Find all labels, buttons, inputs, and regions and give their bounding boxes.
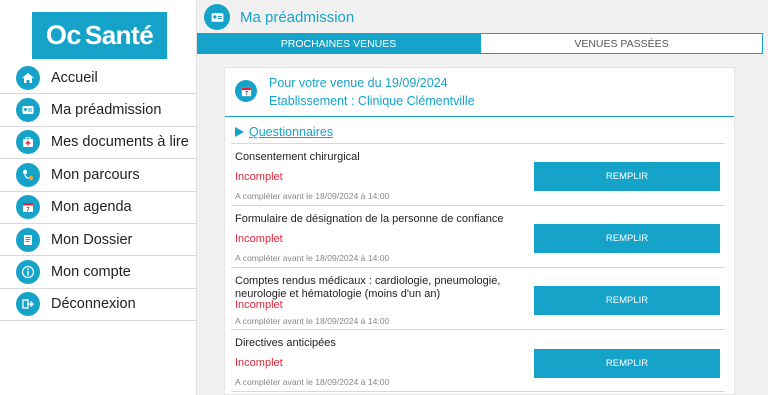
sidebar-item-dossier[interactable]: Mon Dossier	[0, 224, 197, 257]
sidebar-item-parcours[interactable]: Mon parcours	[0, 159, 197, 192]
calendar-icon: 7	[235, 80, 257, 102]
id-card-icon	[16, 98, 40, 123]
sidebar-menu: Accueil Ma préadmission Mes documents à …	[0, 62, 197, 322]
sidebar-item-label: Mes documents à lire	[51, 134, 189, 151]
folder-icon	[16, 227, 40, 252]
page-header: Ma préadmission	[204, 4, 354, 30]
home-icon	[16, 65, 40, 90]
page-title: Ma préadmission	[240, 8, 355, 26]
questionnaire-due: A compléter avant le 18/09/2024 à 14:00	[235, 191, 390, 201]
questionnaire-status: Incomplet	[235, 171, 283, 183]
questionnaire-status: Incomplet	[235, 299, 283, 311]
questionnaire-name: Consentement chirurgical	[235, 151, 360, 163]
sidebar-item-label: Déconnexion	[51, 296, 136, 313]
visit-card: 7 Pour votre venue du 19/09/2024 Etablis…	[224, 67, 735, 395]
remplir-button[interactable]: REMPLIR	[534, 224, 720, 253]
ocsante-logo[interactable]: Oc Santé	[32, 12, 167, 59]
sidebar-item-deconnexion[interactable]: Déconnexion	[0, 289, 197, 322]
remplir-button[interactable]: REMPLIR	[534, 286, 720, 315]
visit-card-header: 7 Pour votre venue du 19/09/2024 Etablis…	[225, 68, 734, 117]
questionnaire-item: Consentement chirurgical Incomplet A com…	[231, 144, 725, 206]
tab-venues-passees[interactable]: VENUES PASSÉES	[480, 33, 763, 54]
visit-tabs: PROCHAINES VENUES VENUES PASSÉES	[197, 33, 763, 54]
questionnaire-name: Directives anticipées	[235, 337, 336, 349]
questionnaire-item: Formulaire de désignation de la personne…	[231, 206, 725, 268]
visit-establishment: Etablissement : Clinique Clémentville	[269, 94, 475, 108]
sidebar-item-label: Mon agenda	[51, 199, 132, 216]
questionnaire-status: Incomplet	[235, 357, 283, 369]
sidebar: Oc Santé Accueil Ma préadmission Mes doc…	[0, 0, 197, 395]
sidebar-item-label: Mon compte	[51, 264, 131, 281]
questionnaire-due: A compléter avant le 18/09/2024 à 14:00	[235, 253, 390, 263]
sidebar-item-label: Mon Dossier	[51, 231, 133, 248]
logo-oc: Oc	[45, 20, 82, 50]
questionnaire-status: Incomplet	[235, 233, 283, 245]
medical-kit-icon	[16, 130, 40, 155]
sidebar-item-accueil[interactable]: Accueil	[0, 62, 197, 95]
questionnaire-due: A compléter avant le 18/09/2024 à 14:00	[235, 377, 390, 387]
questionnaire-item: Directives anticipées Incomplet A complé…	[231, 330, 725, 392]
questionnaire-due: A compléter avant le 18/09/2024 à 14:00	[235, 316, 390, 326]
questionnaires-link[interactable]: Questionnaires	[249, 125, 333, 139]
info-icon	[16, 260, 40, 285]
calendar-day: 7	[245, 91, 248, 97]
questionnaire-name: Formulaire de désignation de la personne…	[235, 213, 504, 225]
route-icon	[16, 162, 40, 187]
questionnaire-item: Comptes rendus médicaux : cardiologie, p…	[231, 268, 725, 330]
logout-icon	[16, 292, 40, 317]
questionnaires-header[interactable]: Questionnaires	[235, 125, 333, 139]
logo-text: Santé	[84, 20, 154, 50]
id-card-icon	[204, 4, 230, 30]
questionnaire-name: Comptes rendus médicaux : cardiologie, p…	[235, 275, 501, 300]
calendar-icon: 7	[16, 195, 40, 220]
sidebar-item-preadmission[interactable]: Ma préadmission	[0, 94, 197, 127]
sidebar-item-documents[interactable]: Mes documents à lire	[0, 127, 197, 160]
remplir-button[interactable]: REMPLIR	[534, 162, 720, 191]
play-triangle-icon	[235, 127, 244, 137]
sidebar-item-label: Ma préadmission	[51, 102, 162, 119]
sidebar-item-label: Mon parcours	[51, 166, 140, 183]
main-content: Ma préadmission PROCHAINES VENUES VENUES…	[197, 0, 768, 395]
remplir-button[interactable]: REMPLIR	[534, 349, 720, 378]
visit-date: Pour votre venue du 19/09/2024	[269, 76, 448, 90]
sidebar-item-compte[interactable]: Mon compte	[0, 256, 197, 289]
sidebar-item-label: Accueil	[51, 69, 98, 86]
sidebar-item-agenda[interactable]: 7 Mon agenda	[0, 192, 197, 224]
tab-prochaines-venues[interactable]: PROCHAINES VENUES	[197, 33, 480, 54]
svg-text:7: 7	[26, 207, 29, 213]
